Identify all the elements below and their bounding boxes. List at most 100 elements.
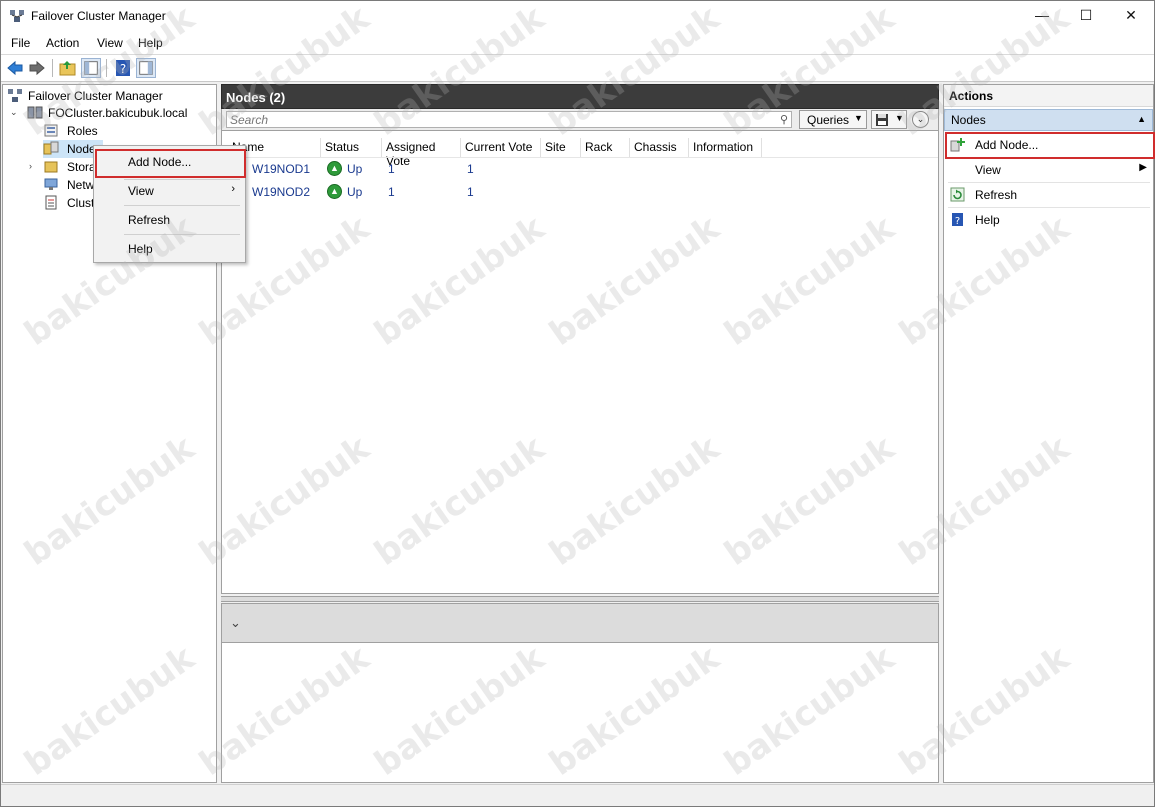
toolbar-separator bbox=[52, 59, 53, 77]
actions-title: Actions bbox=[949, 89, 994, 103]
results-title: Nodes (2) bbox=[226, 90, 286, 105]
tree-item-label: Stora bbox=[67, 160, 96, 174]
save-icon bbox=[876, 114, 888, 126]
close-button[interactable]: ✕ bbox=[1108, 1, 1154, 32]
column-header-label: Information bbox=[693, 140, 754, 154]
submenu-arrow-icon: ▶ bbox=[1139, 162, 1147, 173]
column-header-label: Assigned Vote bbox=[386, 140, 436, 168]
roles-icon bbox=[44, 124, 58, 137]
node-status: Up bbox=[347, 162, 363, 176]
column-header[interactable]: Information bbox=[689, 138, 762, 158]
action-label: Refresh bbox=[975, 188, 1018, 202]
context-item-label: Help bbox=[128, 242, 153, 256]
results-header: Nodes (2) bbox=[221, 84, 939, 109]
svg-text:?: ? bbox=[120, 62, 126, 76]
actions-section-label: Nodes bbox=[951, 113, 986, 127]
tree-item-label: Clust bbox=[67, 196, 95, 210]
window-title: Failover Cluster Manager bbox=[31, 9, 166, 23]
actions-header: Actions bbox=[944, 85, 1153, 107]
column-header-label: Chassis bbox=[634, 140, 677, 154]
storage-icon bbox=[44, 161, 58, 173]
chevron-down-icon: ⌄ bbox=[916, 114, 925, 124]
chevron-down-icon[interactable]: ⌄ bbox=[230, 615, 241, 631]
toolbar: ? bbox=[1, 54, 1154, 82]
cluster-icon bbox=[27, 106, 43, 119]
submenu-arrow-icon: › bbox=[231, 183, 235, 195]
action-view[interactable]: View ▶ bbox=[944, 158, 1153, 182]
column-header[interactable]: Rack bbox=[581, 138, 630, 158]
app-window: Failover Cluster Manager — ☐ ✕ File Acti… bbox=[0, 0, 1155, 807]
toolbar-separator bbox=[106, 59, 107, 77]
column-header[interactable]: Status bbox=[321, 138, 382, 158]
minimize-button[interactable]: — bbox=[1019, 1, 1065, 32]
node-current-vote: 1 bbox=[467, 162, 474, 176]
help-icon: ? bbox=[952, 213, 963, 227]
dropdown-arrow-icon: ▼ bbox=[895, 113, 904, 123]
svg-text:?: ? bbox=[955, 216, 960, 227]
details-panel[interactable]: ⌄ bbox=[221, 603, 939, 643]
node-name: W19NOD1 bbox=[252, 162, 311, 176]
node-assigned-vote: 1 bbox=[388, 162, 395, 176]
menu-bar: File Action View Help bbox=[1, 32, 1154, 54]
action-help[interactable]: ? Help bbox=[944, 208, 1153, 232]
chevron-right-icon[interactable]: › bbox=[29, 161, 32, 171]
save-query-button[interactable]: ▼ bbox=[871, 110, 907, 129]
menu-separator bbox=[124, 234, 240, 235]
column-header[interactable]: Chassis bbox=[630, 138, 689, 158]
status-bar bbox=[1, 784, 1154, 806]
context-menu: Add Node... View › Refresh Help bbox=[93, 145, 246, 263]
cluster-manager-icon bbox=[8, 89, 22, 102]
search-input[interactable]: Search ⚲ bbox=[226, 111, 792, 128]
column-header-label: Status bbox=[325, 140, 360, 154]
collapse-up-icon: ▲ bbox=[1137, 114, 1146, 124]
back-arrow-icon[interactable] bbox=[5, 58, 25, 78]
column-header[interactable]: Current Vote bbox=[461, 138, 541, 158]
cluster-manager-icon bbox=[10, 10, 24, 22]
highlight-box bbox=[945, 132, 1155, 159]
show-hide-tree-icon[interactable] bbox=[81, 58, 101, 78]
forward-arrow-icon[interactable] bbox=[27, 58, 47, 78]
column-header-label: Site bbox=[545, 140, 566, 154]
column-header-label: Current Vote bbox=[465, 140, 533, 154]
column-header[interactable]: Site bbox=[541, 138, 581, 158]
menu-help[interactable]: Help bbox=[138, 36, 163, 50]
queries-label: Queries bbox=[807, 113, 850, 127]
title-bar: Failover Cluster Manager — ☐ ✕ bbox=[1, 1, 1154, 32]
menu-file[interactable]: File bbox=[11, 36, 30, 50]
action-refresh[interactable]: Refresh bbox=[944, 183, 1153, 207]
up-folder-icon[interactable] bbox=[58, 58, 78, 78]
header-divider bbox=[222, 157, 938, 158]
details-area bbox=[221, 643, 939, 783]
pane-splitter[interactable] bbox=[221, 596, 939, 602]
context-help[interactable]: Help bbox=[94, 236, 245, 262]
results-pane: Nodes (2) Search ⚲ Queries ▼ ▼ ⌄ Name St… bbox=[221, 84, 939, 783]
queries-button[interactable]: Queries ▼ bbox=[799, 110, 867, 129]
action-label: Help bbox=[975, 213, 1000, 227]
maximize-button[interactable]: ☐ bbox=[1063, 1, 1109, 32]
column-header[interactable]: Assigned Vote bbox=[382, 138, 461, 168]
networks-icon bbox=[44, 178, 58, 190]
help-icon[interactable]: ? bbox=[113, 58, 133, 78]
show-hide-action-pane-icon[interactable] bbox=[136, 58, 156, 78]
chevron-down-icon[interactable]: ⌄ bbox=[10, 107, 18, 118]
node-status: Up bbox=[347, 185, 363, 199]
context-refresh[interactable]: Refresh bbox=[94, 207, 245, 233]
context-item-label: Refresh bbox=[128, 213, 171, 227]
menu-action[interactable]: Action bbox=[46, 36, 79, 50]
search-icon[interactable]: ⚲ bbox=[780, 113, 788, 126]
cluster-events-icon bbox=[45, 195, 57, 210]
node-name: W19NOD2 bbox=[252, 185, 311, 199]
node-current-vote: 1 bbox=[467, 185, 474, 199]
highlight-box bbox=[95, 149, 246, 178]
actions-pane: Actions Nodes ▲ Add Node... View ▶ Refre… bbox=[943, 84, 1155, 783]
menu-view[interactable]: View bbox=[97, 36, 123, 50]
tree-cluster-label: FOCluster.bakicubuk.local bbox=[48, 106, 188, 120]
collapse-search-button[interactable]: ⌄ bbox=[912, 111, 929, 128]
search-placeholder: Search bbox=[230, 113, 269, 127]
context-view[interactable]: View › bbox=[94, 178, 245, 204]
context-item-label: View bbox=[128, 184, 154, 198]
menu-separator bbox=[124, 205, 240, 206]
actions-section-nodes[interactable]: Nodes ▲ bbox=[944, 109, 1153, 131]
tree-item-label: Netw bbox=[67, 178, 95, 192]
dropdown-arrow-icon: ▼ bbox=[854, 113, 863, 123]
